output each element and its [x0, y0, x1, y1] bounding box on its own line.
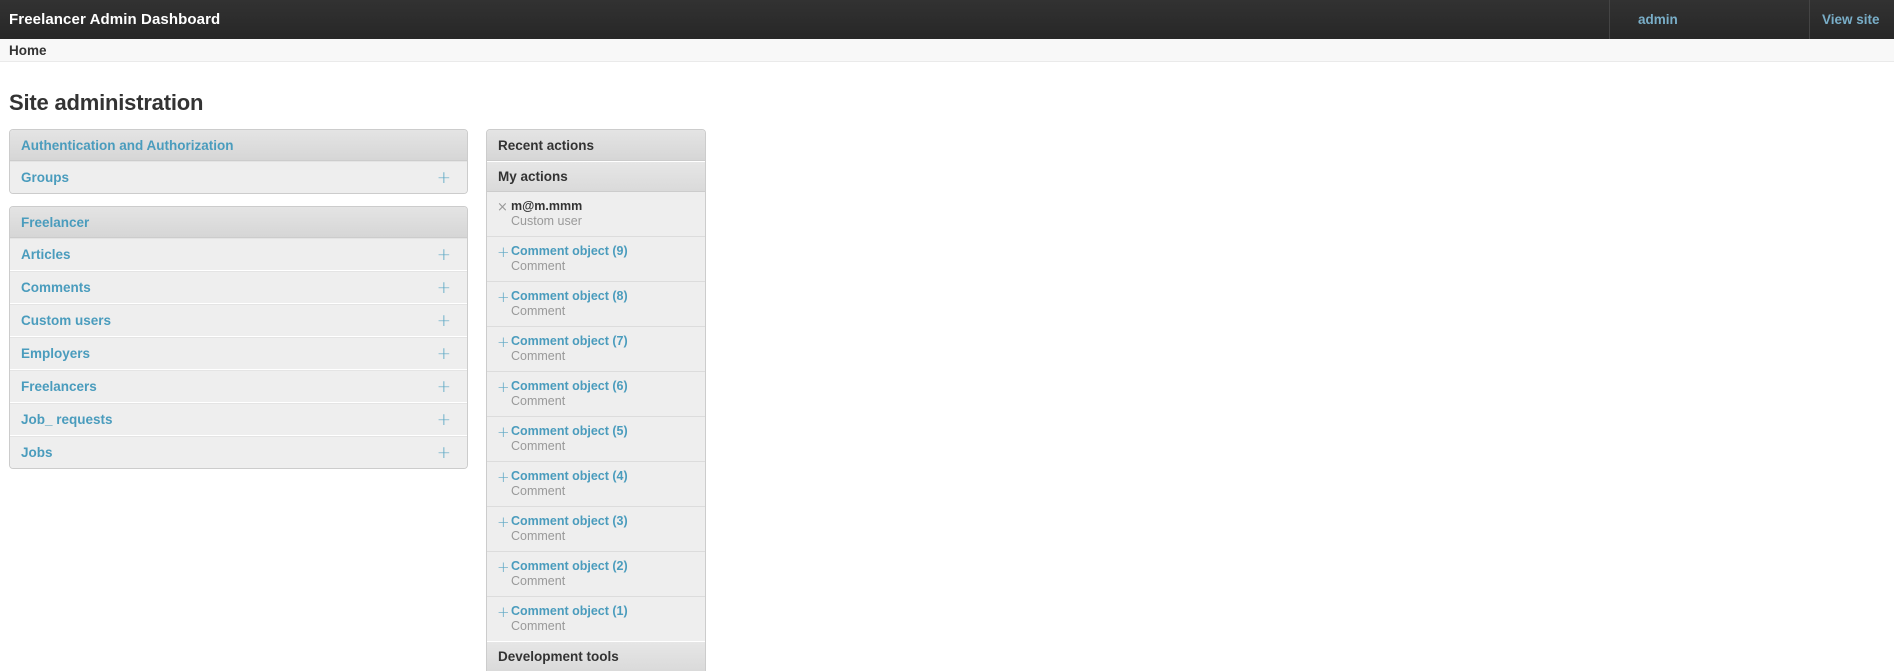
model-row: Groups + — [10, 161, 467, 193]
action-title[interactable]: Comment object (5) — [511, 424, 628, 439]
action-body: Comment object (1) Comment — [511, 604, 628, 634]
model-row: Freelancers + — [10, 370, 467, 403]
app-caption: Freelancer — [10, 207, 467, 238]
plus-icon: + — [497, 423, 510, 441]
action-item: + Comment object (2) Comment — [487, 552, 705, 597]
plus-icon: + — [497, 558, 510, 576]
action-item: + Comment object (5) Comment — [487, 417, 705, 462]
app-module: Authentication and Authorization Groups + — [9, 129, 468, 194]
close-icon: × — [497, 200, 508, 215]
plus-icon: + — [497, 513, 510, 531]
view-site-cell: View site — [1809, 0, 1894, 39]
app-list: Authentication and Authorization Groups + F… — [9, 129, 468, 481]
user-link[interactable]: admin — [1638, 12, 1678, 27]
user-tools-cell: admin — [1609, 0, 1809, 39]
action-model-label: Comment — [511, 394, 566, 408]
app-module: Freelancer Articles + Comments + Custom users… — [9, 206, 468, 469]
plus-icon: + — [497, 603, 510, 621]
action-item: + Comment object (6) Comment — [487, 372, 705, 417]
development-tools-caption: Development tools — [487, 641, 705, 671]
action-body: Comment object (7) Comment — [511, 334, 628, 364]
model-row: Jobs + — [10, 436, 467, 468]
action-body: Comment object (6) Comment — [511, 379, 628, 409]
model-row: Employers + — [10, 337, 467, 370]
action-item: + Comment object (8) Comment — [487, 282, 705, 327]
action-title[interactable]: Comment object (3) — [511, 514, 628, 529]
site-title: Freelancer Admin Dashboard — [9, 11, 221, 28]
action-title: m@m.mmm — [511, 199, 583, 213]
add-icon[interactable]: + — [437, 169, 451, 186]
action-item: + Comment object (1) Comment — [487, 597, 705, 641]
action-body: Comment object (3) Comment — [511, 514, 628, 544]
app-caption-link[interactable]: Authentication and Authorization — [21, 138, 233, 153]
model-row: Comments + — [10, 271, 467, 304]
model-link-articles[interactable]: Articles — [21, 247, 71, 262]
action-item: + Comment object (4) Comment — [487, 462, 705, 507]
action-item: + Comment object (7) Comment — [487, 327, 705, 372]
add-icon[interactable]: + — [437, 246, 451, 263]
plus-icon: + — [497, 243, 510, 261]
action-model-label: Comment — [511, 619, 566, 633]
model-row: Custom users + — [10, 304, 467, 337]
action-body: m@m.mmm Custom user — [511, 199, 582, 229]
add-icon[interactable]: + — [437, 378, 451, 395]
action-model-label: Comment — [511, 439, 566, 453]
plus-icon: + — [497, 333, 510, 351]
action-body: Comment object (4) Comment — [511, 469, 628, 499]
action-body: Comment object (2) Comment — [511, 559, 628, 589]
model-row: Job_ requests + — [10, 403, 467, 436]
action-model-label: Comment — [511, 259, 566, 273]
recent-actions-module: Recent actions My actions × m@m.mmm Custom… — [486, 129, 706, 671]
action-body: Comment object (5) Comment — [511, 424, 628, 454]
action-title[interactable]: Comment object (2) — [511, 559, 628, 574]
action-item: × m@m.mmm Custom user — [487, 192, 705, 237]
action-body: Comment object (9) Comment — [511, 244, 628, 274]
model-row: Articles + — [10, 238, 467, 271]
action-item: + Comment object (9) Comment — [487, 237, 705, 282]
model-link-job-requests[interactable]: Job_ requests — [21, 412, 113, 427]
action-title[interactable]: Comment object (8) — [511, 289, 628, 304]
action-list: × m@m.mmm Custom user + Comment object (9) Co… — [487, 192, 705, 641]
action-title[interactable]: Comment object (4) — [511, 469, 628, 484]
action-model-label: Comment — [511, 529, 566, 543]
page-title: Site administration — [9, 90, 204, 115]
add-icon[interactable]: + — [437, 312, 451, 329]
action-model-label: Comment — [511, 349, 566, 363]
plus-icon: + — [497, 288, 510, 306]
view-site-link[interactable]: View site — [1822, 12, 1880, 27]
action-model-label: Comment — [511, 574, 566, 588]
action-title[interactable]: Comment object (6) — [511, 379, 628, 394]
recent-actions-caption: Recent actions — [487, 130, 705, 161]
branding: Freelancer Admin Dashboard — [0, 0, 1609, 39]
app-caption-link[interactable]: Freelancer — [21, 215, 89, 230]
breadcrumb: Home — [0, 39, 1894, 62]
content-main-wrap: Authentication and Authorization Groups + F… — [9, 129, 1885, 671]
action-title[interactable]: Comment object (9) — [511, 244, 628, 259]
my-actions-caption: My actions — [487, 161, 705, 192]
action-model-label: Comment — [511, 304, 566, 318]
model-link-freelancers[interactable]: Freelancers — [21, 379, 97, 394]
model-link-jobs[interactable]: Jobs — [21, 445, 53, 460]
plus-icon: + — [497, 378, 510, 396]
plus-icon: + — [497, 468, 510, 486]
action-model-label: Custom user — [511, 214, 582, 228]
model-link-employers[interactable]: Employers — [21, 346, 90, 361]
action-model-label: Comment — [511, 484, 566, 498]
add-icon[interactable]: + — [437, 444, 451, 461]
add-icon[interactable]: + — [437, 345, 451, 362]
content: Site administration Authentication and A… — [0, 90, 1894, 671]
model-link-groups[interactable]: Groups — [21, 170, 69, 185]
breadcrumb-home[interactable]: Home — [9, 43, 47, 58]
action-item: + Comment object (3) Comment — [487, 507, 705, 552]
site-header: Freelancer Admin Dashboard admin View si… — [0, 0, 1894, 39]
model-link-custom-users[interactable]: Custom users — [21, 313, 111, 328]
app-caption: Authentication and Authorization — [10, 130, 467, 161]
add-icon[interactable]: + — [437, 411, 451, 428]
add-icon[interactable]: + — [437, 279, 451, 296]
model-link-comments[interactable]: Comments — [21, 280, 91, 295]
action-title[interactable]: Comment object (7) — [511, 334, 628, 349]
action-title[interactable]: Comment object (1) — [511, 604, 628, 619]
action-body: Comment object (8) Comment — [511, 289, 628, 319]
